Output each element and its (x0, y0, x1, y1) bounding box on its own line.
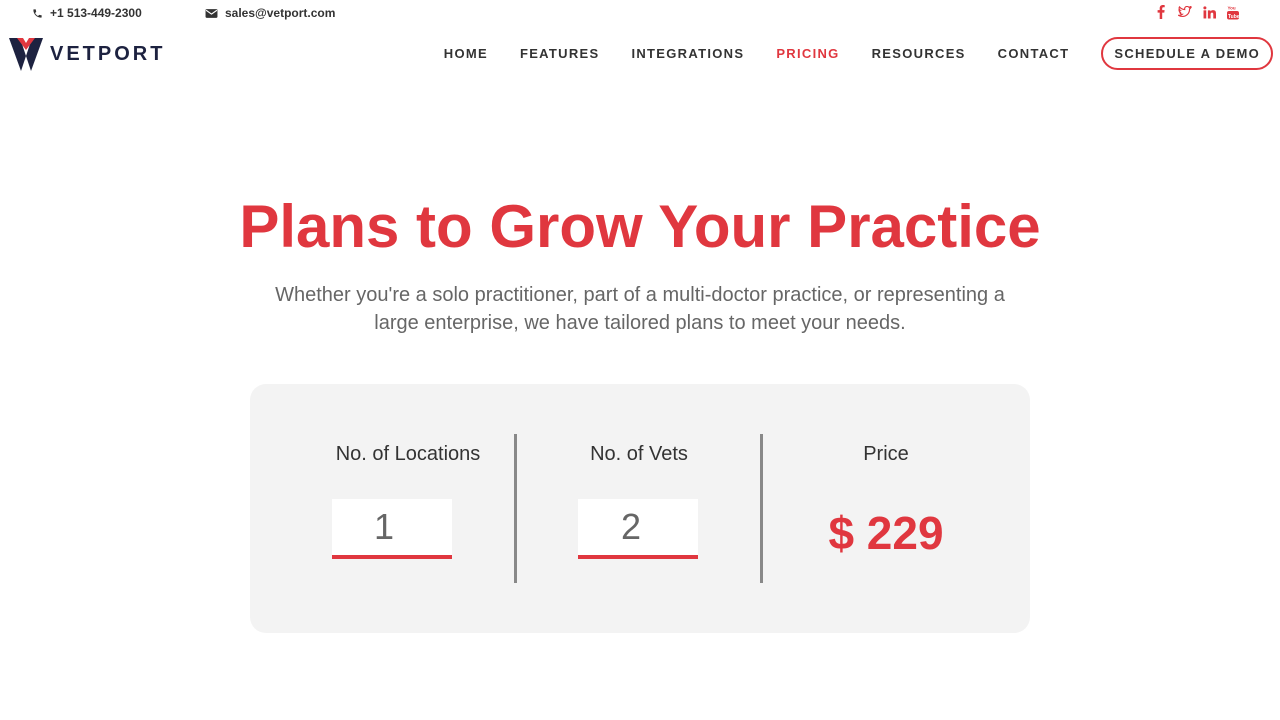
locations-input[interactable] (332, 499, 452, 559)
locations-label: No. of Locations (335, 443, 481, 465)
logo-wordmark: VETPORT (50, 42, 166, 65)
phone-icon (33, 8, 42, 18)
nav-features[interactable]: FEATURES (520, 46, 600, 61)
vets-label: No. of Vets (590, 443, 688, 465)
linkedin-icon[interactable] (1202, 4, 1216, 20)
nav-resources[interactable]: RESOURCES (872, 46, 966, 61)
svg-text:You: You (1228, 5, 1236, 10)
locations-column: No. of Locations (300, 434, 516, 583)
social-links: You Tube (1154, 4, 1240, 20)
price-column: Price $ 229 (762, 434, 1010, 583)
svg-text:Tube: Tube (1228, 13, 1239, 19)
nav-home[interactable]: HOME (444, 46, 488, 61)
nav-pricing[interactable]: PRICING (776, 46, 839, 61)
top-bar: +1 513-449-2300 sales@vetport.com You Tub… (0, 0, 1280, 26)
vets-column: No. of Vets (516, 434, 762, 583)
price-label: Price (863, 443, 909, 465)
page-title: Plans to Grow Your Practice (239, 193, 1041, 260)
vetport-logo-icon (9, 38, 43, 71)
page-subtitle: Whether you're a solo practitioner, part… (275, 284, 1005, 334)
twitter-icon[interactable] (1178, 4, 1192, 20)
nav-integrations[interactable]: INTEGRATIONS (631, 46, 744, 61)
phone-number: +1 513-449-2300 (50, 6, 142, 20)
nav-contact[interactable]: CONTACT (998, 46, 1070, 61)
phone-contact[interactable]: +1 513-449-2300 (32, 6, 142, 20)
price-value: $ 229 (828, 507, 944, 559)
schedule-demo-button[interactable]: SCHEDULE A DEMO (1101, 37, 1273, 70)
youtube-icon[interactable]: You Tube (1226, 4, 1240, 20)
email-contact[interactable]: sales@vetport.com (205, 6, 335, 20)
main-nav: HOME FEATURES INTEGRATIONS PRICING RESOU… (444, 37, 1273, 70)
vetport-logo[interactable]: VETPORT (8, 36, 165, 72)
pricing-calculator: No. of Locations No. of Vets Price $ 229 (250, 384, 1030, 633)
email-address: sales@vetport.com (225, 6, 336, 20)
vets-input[interactable] (578, 499, 698, 559)
facebook-icon[interactable] (1154, 4, 1168, 20)
envelope-icon (205, 8, 218, 18)
